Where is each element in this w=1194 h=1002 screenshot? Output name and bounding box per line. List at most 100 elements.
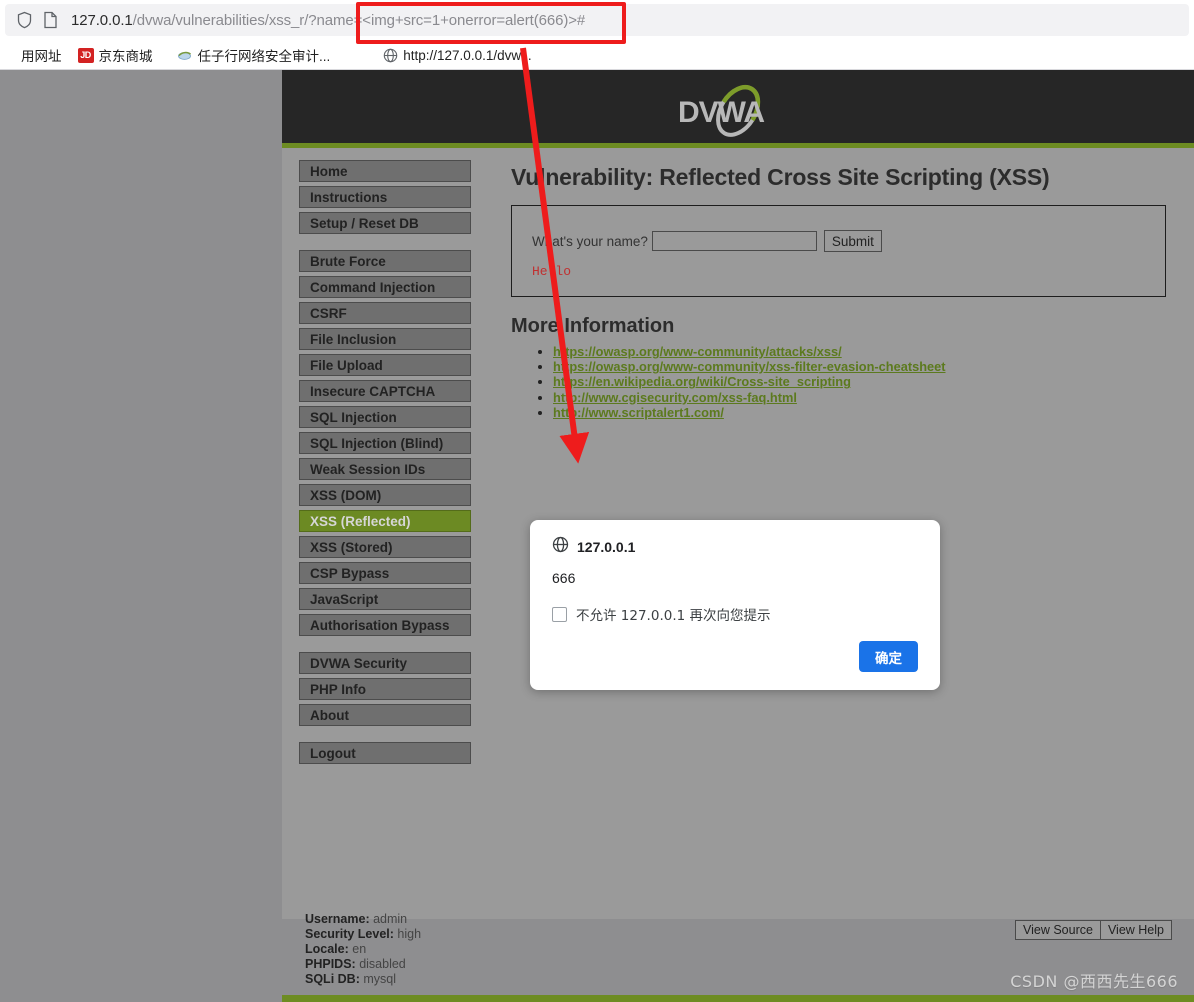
bookmark-item-jd[interactable]: JD 京东商城 (72, 44, 159, 66)
user-info-value: high (397, 927, 422, 941)
sidebar-group-divider (299, 640, 471, 652)
url-payload: <img+src=1+onerror=alert(666)># (362, 11, 586, 29)
globe-icon (552, 536, 569, 558)
sidebar-item-brute-force[interactable]: Brute Force (299, 250, 471, 272)
sidebar-item-file-upload[interactable]: File Upload (299, 354, 471, 376)
user-info-key: Username: (305, 912, 374, 926)
sidebar-item-csp-bypass[interactable]: CSP Bypass (299, 562, 471, 584)
dvwa-page: DVWA Home Instructions Setup / Reset DB Bru… (282, 70, 1194, 986)
user-info-row: Locale: en (305, 942, 421, 957)
jd-icon: JD (77, 47, 94, 63)
bookmark-item-renziхing[interactable]: 任子行网络安全审计... (171, 44, 337, 66)
watermark: CSDN @西西先生666 (1010, 972, 1178, 991)
address-bar[interactable]: 127.0.0.1/dvwa/vulnerabilities/xss_r/?na… (5, 4, 1189, 36)
sidebar-item-xss-reflected[interactable]: XSS (Reflected) (299, 510, 471, 532)
url-host: 127.0.0.1 (71, 11, 133, 29)
browser-chrome: 127.0.0.1/dvwa/vulnerabilities/xss_r/?na… (0, 0, 1194, 70)
reference-link[interactable]: https://owasp.org/www-community/xss-filt… (553, 359, 946, 374)
svg-text:DVWA: DVWA (678, 96, 764, 129)
sidebar-item-weak-session-ids[interactable]: Weak Session IDs (299, 458, 471, 480)
user-info-value: admin (373, 912, 408, 926)
view-help-button[interactable]: View Help (1100, 920, 1172, 940)
reference-link[interactable]: http://www.scriptalert1.com/ (553, 405, 724, 420)
shield-icon[interactable] (13, 9, 35, 31)
sidebar-item-authorisation-bypass[interactable]: Authorisation Bypass (299, 614, 471, 636)
footer-accent-bar (282, 995, 1194, 1002)
bookmark-label: 京东商城 (98, 49, 153, 64)
sidebar-item-instructions[interactable]: Instructions (299, 186, 471, 208)
url-text[interactable]: 127.0.0.1/dvwa/vulnerabilities/xss_r/?na… (71, 12, 585, 29)
sidebar-item-php-info[interactable]: PHP Info (299, 678, 471, 700)
vulnerability-form-box: What's your name? Submit Hello (511, 205, 1166, 297)
reference-link[interactable]: https://owasp.org/www-community/attacks/… (553, 344, 842, 359)
sidebar-item-csrf[interactable]: CSRF (299, 302, 471, 324)
bookmark-item-dvwa[interactable]: http://127.0.0.1/dvw... (376, 44, 537, 66)
dialog-origin-text: 127.0.0.1 (577, 539, 636, 555)
list-item: http://www.scriptalert1.com/ (553, 405, 1176, 420)
page-icon[interactable] (39, 9, 61, 31)
list-item: http://www.cgisecurity.com/xss-faq.html (553, 390, 1176, 405)
name-form: What's your name? Submit (532, 230, 882, 252)
bookmark-item-changyongwangzhi[interactable]: 用网址 (0, 44, 68, 66)
name-label: What's your name? (532, 233, 648, 249)
sidebar-group-divider (299, 730, 471, 742)
xss-result-text: Hello (532, 264, 572, 279)
user-info-row: SQLi DB: mysql (305, 972, 421, 987)
sidebar-item-logout[interactable]: Logout (299, 742, 471, 764)
dialog-ok-button[interactable]: 确定 (859, 641, 918, 672)
sidebar-item-setup-reset-db[interactable]: Setup / Reset DB (299, 212, 471, 234)
main-content: Vulnerability: Reflected Cross Site Scri… (511, 148, 1176, 420)
dialog-origin-row: 127.0.0.1 (552, 536, 635, 558)
url-path: /dvwa/vulnerabilities/xss_r/?name= (132, 11, 363, 29)
view-buttons-group: View Source View Help (1014, 920, 1172, 940)
sidebar: Home Instructions Setup / Reset DB Brute Fo… (299, 160, 471, 768)
user-info-value: mysql (363, 972, 396, 986)
reference-link[interactable]: http://www.cgisecurity.com/xss-faq.html (553, 390, 797, 405)
list-item: https://owasp.org/www-community/attacks/… (553, 344, 1176, 359)
leaf-icon (177, 47, 193, 63)
sidebar-group-divider (299, 238, 471, 250)
sidebar-item-command-injection[interactable]: Command Injection (299, 276, 471, 298)
globe-icon (382, 47, 398, 63)
bookmark-label: http://127.0.0.1/dvw... (403, 47, 532, 63)
more-information-heading: More Information (511, 315, 675, 337)
bookmark-label: 用网址 (21, 49, 62, 64)
sidebar-item-xss-dom[interactable]: XSS (DOM) (299, 484, 471, 506)
dialog-suppress-checkbox[interactable] (552, 606, 567, 622)
dialog-message: 666 (552, 570, 576, 586)
user-info-key: Locale: (305, 942, 353, 956)
user-info-panel: Username: admin Security Level: high Local… (305, 912, 421, 987)
bookmarks-bar: 用网址 JD 京东商城 任子行网络安全审计... http://127.0.0.… (0, 42, 1194, 68)
user-info-key: PHPIDS: (305, 957, 360, 971)
sidebar-item-insecure-captcha[interactable]: Insecure CAPTCHA (299, 380, 471, 402)
user-info-row: Security Level: high (305, 927, 421, 942)
sidebar-item-javascript[interactable]: JavaScript (299, 588, 471, 610)
sidebar-item-sql-injection[interactable]: SQL Injection (299, 406, 471, 428)
user-info-row: Username: admin (305, 912, 421, 927)
dialog-suppress-row[interactable]: 不允许 127.0.0.1 再次向您提示 (552, 604, 771, 624)
globe-icon (0, 47, 16, 63)
sidebar-item-sql-injection-blind[interactable]: SQL Injection (Blind) (299, 432, 471, 454)
sidebar-item-xss-stored[interactable]: XSS (Stored) (299, 536, 471, 558)
dvwa-logo-icon: DVWA (672, 80, 792, 140)
sidebar-item-home[interactable]: Home (299, 160, 471, 182)
reference-link[interactable]: https://en.wikipedia.org/wiki/Cross-site… (553, 374, 851, 389)
page-title: Vulnerability: Reflected Cross Site Scri… (511, 164, 1050, 190)
user-info-row: PHPIDS: disabled (305, 957, 421, 972)
user-info-key: SQLi DB: (305, 972, 364, 986)
user-info-key: Security Level: (305, 927, 398, 941)
user-info-value: en (352, 942, 367, 956)
name-input[interactable] (651, 231, 817, 251)
sidebar-item-dvwa-security[interactable]: DVWA Security (299, 652, 471, 674)
dialog-suppress-label: 不允许 127.0.0.1 再次向您提示 (576, 608, 771, 624)
site-header: DVWA (282, 70, 1194, 148)
submit-button[interactable]: Submit (823, 230, 882, 252)
list-item: https://en.wikipedia.org/wiki/Cross-site… (553, 374, 1176, 389)
bookmark-label: 任子行网络安全审计... (197, 49, 331, 64)
view-source-button[interactable]: View Source (1014, 920, 1101, 940)
list-item: https://owasp.org/www-community/xss-filt… (553, 359, 1176, 374)
sidebar-item-file-inclusion[interactable]: File Inclusion (299, 328, 471, 350)
user-info-value: disabled (359, 957, 406, 971)
sidebar-item-about[interactable]: About (299, 704, 471, 726)
javascript-alert-dialog: 127.0.0.1 666 不允许 127.0.0.1 再次向您提示 确定 (530, 520, 940, 690)
